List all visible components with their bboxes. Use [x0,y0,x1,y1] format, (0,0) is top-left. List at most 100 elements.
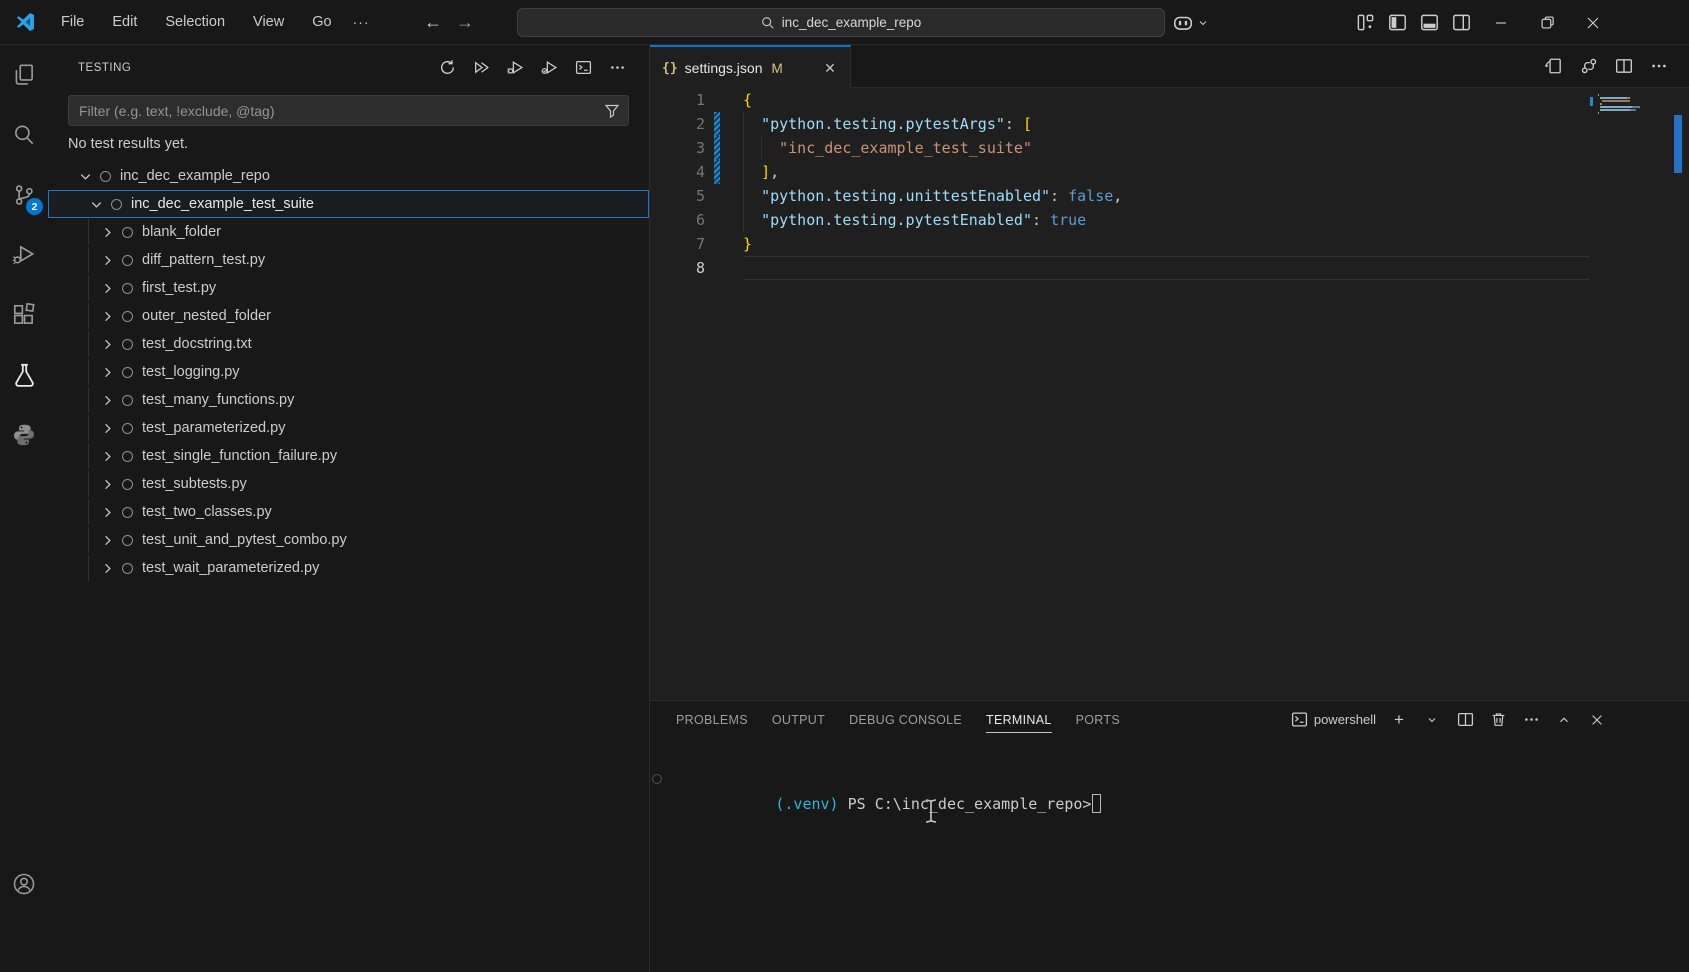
copilot-menu[interactable] [1172,0,1209,45]
menu-edit[interactable]: Edit [101,10,148,34]
chevron-right-icon[interactable] [98,252,116,268]
tree-item-first_test.py[interactable]: first_test.py [48,274,649,302]
close-panel-icon[interactable] [1587,710,1607,730]
chevron-right-icon[interactable] [98,476,116,492]
chevron-right-icon[interactable] [98,308,116,324]
run-debug-icon[interactable] [0,225,48,285]
compare-changes-icon[interactable] [1579,56,1599,76]
minimize-button[interactable] [1478,0,1524,45]
menu-go[interactable]: Go [301,10,342,34]
tree-item-test_unit_and_pytest_combo.py[interactable]: test_unit_and_pytest_combo.py [48,526,649,554]
menu-view[interactable]: View [242,10,295,34]
tree-item-test_two_classes.py[interactable]: test_two_classes.py [48,498,649,526]
terminal-dropdown-chevron-icon[interactable] [1422,710,1442,730]
test-filter-input[interactable] [69,103,628,119]
maximize-panel-chevron-icon[interactable] [1554,710,1574,730]
toggle-secondary-sidebar-icon[interactable] [1452,13,1471,32]
run-all-tests-icon[interactable] [471,58,491,78]
kill-terminal-trash-icon[interactable] [1488,710,1508,730]
tab-settings-json[interactable]: {} settings.json M ✕ [650,45,851,89]
code-line-1[interactable]: 1{ [650,88,1590,112]
terminal[interactable]: (.venv) PS C:\inc_dec_example_repo> [650,738,1689,972]
line-content: "python.testing.pytestArgs": [ [743,112,1590,136]
menu-selection[interactable]: Selection [154,10,236,34]
debug-all-tests-icon[interactable] [505,58,525,78]
tree-item-diff_pattern_test.py[interactable]: diff_pattern_test.py [48,246,649,274]
menu-file[interactable]: File [50,10,95,34]
tree-item-inc_dec_example_repo[interactable]: inc_dec_example_repo [48,162,649,190]
panel-tab-terminal[interactable]: TERMINAL [986,701,1052,738]
code-line-8[interactable]: 8 [650,256,1590,280]
testing-icon[interactable] [0,345,48,405]
code-line-4[interactable]: 4 ], [650,160,1590,184]
close-button[interactable] [1570,0,1616,45]
tree-item-outer_nested_folder[interactable]: outer_nested_folder [48,302,649,330]
run-tests-coverage-icon[interactable] [539,58,559,78]
gutter: 8 [650,256,743,280]
chevron-right-icon[interactable] [98,280,116,296]
new-terminal-button[interactable]: + [1389,710,1409,730]
editor-more-actions-icon[interactable] [1649,56,1669,76]
tree-item-test_parameterized.py[interactable]: test_parameterized.py [48,414,649,442]
tree-item-test_single_function_failure.py[interactable]: test_single_function_failure.py [48,442,649,470]
explorer-icon[interactable] [0,45,48,105]
tree-item-blank_folder[interactable]: blank_folder [48,218,649,246]
split-editor-icon[interactable] [1614,56,1634,76]
toggle-primary-sidebar-icon[interactable] [1388,13,1407,32]
command-center-search[interactable]: inc_dec_example_repo [517,8,1165,37]
extensions-icon[interactable] [0,285,48,345]
code-line-3[interactable]: 3 "inc_dec_example_test_suite" [650,136,1590,160]
tree-item-test_many_functions.py[interactable]: test_many_functions.py [48,386,649,414]
show-test-output-icon[interactable] [573,58,593,78]
back-arrow-icon[interactable]: ← [424,12,442,33]
tree-item-test_subtests.py[interactable]: test_subtests.py [48,470,649,498]
tree-item-test_logging.py[interactable]: test_logging.py [48,358,649,386]
line-number: 1 [650,88,705,112]
chevron-right-icon[interactable] [98,560,116,576]
code-line-5[interactable]: 5 "python.testing.unittestEnabled": fals… [650,184,1590,208]
chevron-right-icon[interactable] [98,420,116,436]
tree-item-inc_dec_example_test_suite[interactable]: inc_dec_example_test_suite [48,190,649,218]
chevron-right-icon[interactable] [98,504,116,520]
tree-item-test_wait_parameterized.py[interactable]: test_wait_parameterized.py [48,554,649,582]
prompt-text: PS C:\inc_dec_example_repo> [839,795,1092,813]
open-changes-icon[interactable] [1544,56,1564,76]
code-line-6[interactable]: 6 "python.testing.pytestEnabled": true [650,208,1590,232]
chevron-right-icon[interactable] [98,448,116,464]
code-editor[interactable]: 1{2 "python.testing.pytestArgs": [3 "inc… [650,88,1590,700]
chevron-right-icon[interactable] [98,364,116,380]
editor-scrollbar[interactable] [1665,88,1689,700]
refresh-tests-icon[interactable] [437,58,457,78]
account-icon[interactable] [0,854,48,914]
terminal-shell-selector[interactable]: powershell [1291,711,1376,728]
panel-more-actions-icon[interactable] [1521,710,1541,730]
toggle-panel-icon[interactable] [1420,13,1439,32]
panel-tab-output[interactable]: OUTPUT [772,701,825,738]
customize-layout-icon[interactable] [1356,13,1375,32]
chevron-down-icon[interactable] [76,168,94,184]
code-line-7[interactable]: 7} [650,232,1590,256]
tab-close-icon[interactable]: ✕ [820,58,840,78]
minimap[interactable] [1590,88,1665,700]
filter-funnel-icon[interactable] [604,103,620,124]
search-sidebar-icon[interactable] [0,105,48,165]
code-line-2[interactable]: 2 "python.testing.pytestArgs": [ [650,112,1590,136]
chevron-down-icon[interactable] [87,196,105,212]
restore-button[interactable] [1524,0,1570,45]
line-content: ], [743,160,1590,184]
panel-tab-ports[interactable]: PORTS [1076,701,1120,738]
tree-item-test_docstring.txt[interactable]: test_docstring.txt [48,330,649,358]
source-control-icon[interactable]: 2 [0,165,48,225]
forward-arrow-icon[interactable]: → [456,12,474,33]
more-actions-icon[interactable] [607,58,627,78]
panel-tab-problems[interactable]: PROBLEMS [676,701,748,738]
panel-tab-debug-console[interactable]: DEBUG CONSOLE [849,701,962,738]
command-decoration-icon[interactable] [652,774,662,784]
python-icon[interactable] [0,405,48,465]
split-terminal-icon[interactable] [1455,710,1475,730]
chevron-right-icon[interactable] [98,532,116,548]
menu-overflow-icon[interactable]: ··· [343,10,380,34]
chevron-right-icon[interactable] [98,336,116,352]
chevron-right-icon[interactable] [98,224,116,240]
chevron-right-icon[interactable] [98,392,116,408]
